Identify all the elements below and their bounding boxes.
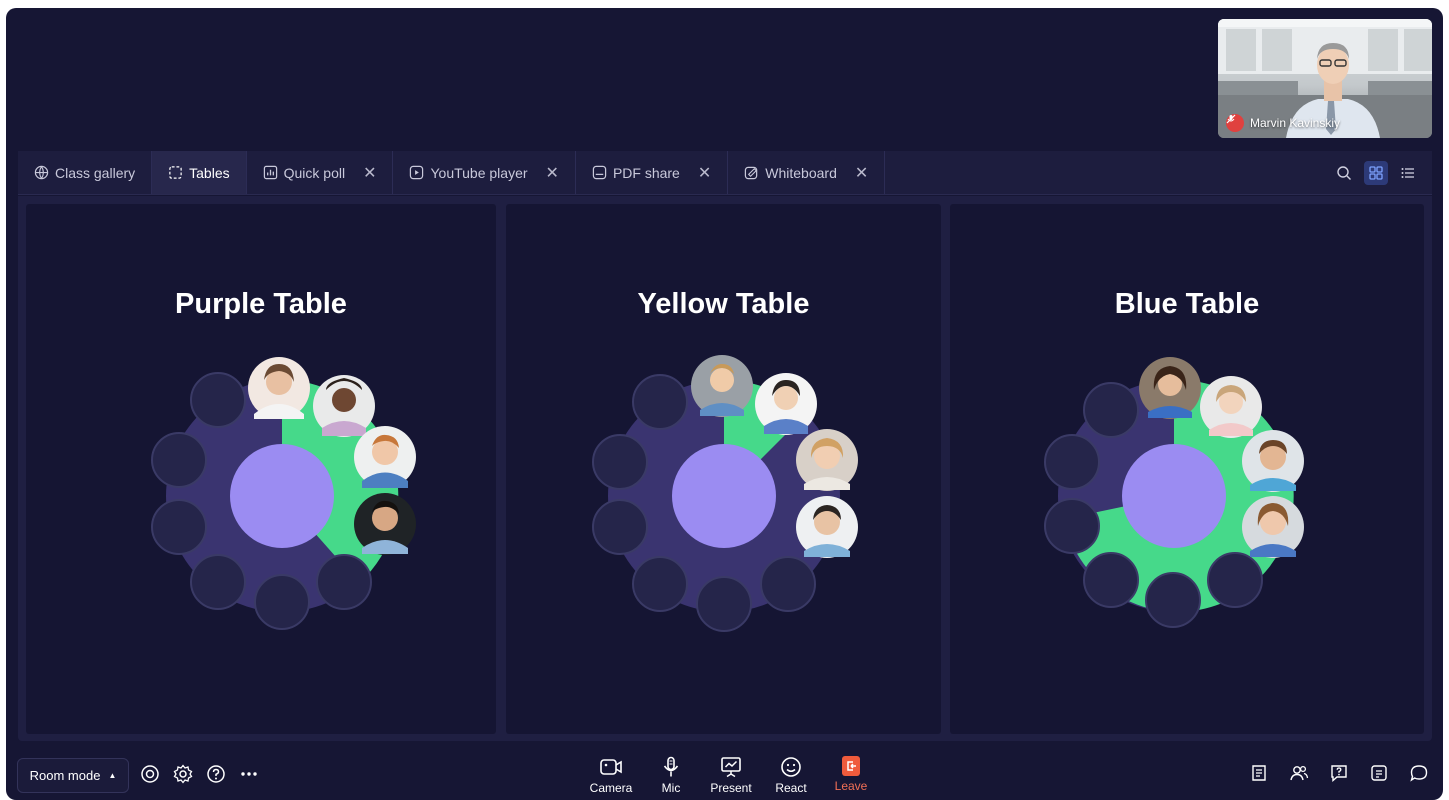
- table-panel-yellow[interactable]: Yellow Table: [506, 204, 941, 734]
- chat-icon[interactable]: [1409, 763, 1429, 788]
- leave-icon: [842, 756, 860, 776]
- present-label: Present: [710, 781, 752, 795]
- smile-icon: [781, 757, 801, 777]
- question-bubble-icon[interactable]: [1329, 763, 1349, 788]
- help-icon[interactable]: [206, 764, 226, 789]
- tables-view: Purple Table Yellow Table Blue Table: [18, 196, 1432, 741]
- bottom-toolbar: Room mode ▲ Camera Mic Present React Lea…: [6, 753, 1443, 800]
- room-mode-dropdown[interactable]: Room mode ▲: [17, 758, 129, 793]
- grid-view-icon[interactable]: [1364, 160, 1388, 185]
- tab-class-gallery[interactable]: Class gallery: [18, 151, 153, 194]
- table-diagram: [151, 357, 416, 630]
- whiteboard-icon: [745, 166, 758, 180]
- tab-bar: Class gallery Tables Quick poll ✕ YouTub…: [18, 151, 1432, 195]
- more-icon[interactable]: [239, 764, 259, 789]
- play-icon: [410, 165, 424, 180]
- globe-icon: [34, 165, 49, 180]
- presenter-name-tag: Marvin Kavinskiy: [1226, 114, 1340, 132]
- react-label: React: [775, 781, 807, 795]
- camera-icon: [600, 759, 622, 775]
- camera-button[interactable]: Camera: [581, 756, 641, 795]
- table-panel-blue[interactable]: Blue Table: [950, 204, 1424, 734]
- close-icon[interactable]: ✕: [698, 163, 711, 183]
- tab-whiteboard[interactable]: Whiteboard ✕: [728, 151, 886, 194]
- leave-label: Leave: [834, 779, 868, 793]
- mic-button[interactable]: Mic: [641, 756, 701, 795]
- mic-icon: [663, 756, 679, 777]
- tab-label: Tables: [189, 164, 230, 181]
- left-tools: [140, 764, 259, 789]
- agenda-icon[interactable]: [1369, 763, 1389, 788]
- settings-icon[interactable]: [173, 764, 193, 789]
- close-icon[interactable]: ✕: [546, 163, 559, 183]
- close-icon[interactable]: ✕: [855, 163, 868, 183]
- tab-label: PDF share: [612, 164, 680, 181]
- tab-label: Whiteboard: [765, 164, 837, 181]
- tab-bar-actions: [1332, 151, 1432, 194]
- tab-youtube-player[interactable]: YouTube player ✕: [393, 151, 576, 194]
- mic-muted-icon: [1226, 114, 1244, 132]
- presenter-video[interactable]: Marvin Kavinskiy: [1218, 19, 1432, 138]
- camera-label: Camera: [589, 781, 633, 795]
- tab-label: Class gallery: [55, 164, 136, 181]
- mic-label: Mic: [661, 781, 681, 795]
- leave-button[interactable]: Leave: [821, 756, 881, 795]
- participants-icon[interactable]: [1289, 763, 1309, 788]
- close-icon[interactable]: ✕: [363, 163, 376, 183]
- present-icon: [721, 757, 741, 778]
- react-button[interactable]: React: [761, 756, 821, 795]
- poll-icon: [263, 165, 277, 180]
- record-icon[interactable]: [140, 764, 160, 789]
- search-icon[interactable]: [1332, 161, 1356, 185]
- right-tools: [1249, 763, 1429, 788]
- tab-pdf-share[interactable]: PDF share ✕: [576, 151, 729, 194]
- notes-icon[interactable]: [1249, 763, 1269, 788]
- tab-label: Quick poll: [283, 164, 346, 181]
- present-button[interactable]: Present: [701, 756, 761, 795]
- table-panel-purple[interactable]: Purple Table: [26, 204, 496, 734]
- table-diagram: [592, 355, 858, 632]
- tab-quick-poll[interactable]: Quick poll ✕: [247, 151, 394, 194]
- table-diagram: [1044, 357, 1304, 628]
- caret-up-icon: ▲: [108, 771, 117, 780]
- classroom-app: Marvin Kavinskiy Class gallery Tables Qu…: [6, 8, 1443, 800]
- list-view-icon[interactable]: [1396, 161, 1420, 185]
- media-controls: Camera Mic Present React Leave: [581, 756, 881, 795]
- pdf-icon: [592, 165, 607, 180]
- presenter-name: Marvin Kavinskiy: [1250, 116, 1341, 130]
- tables-icon: [169, 166, 182, 179]
- tab-label: YouTube player: [430, 164, 528, 181]
- tab-tables[interactable]: Tables: [152, 151, 247, 194]
- room-mode-label: Room mode: [29, 768, 101, 783]
